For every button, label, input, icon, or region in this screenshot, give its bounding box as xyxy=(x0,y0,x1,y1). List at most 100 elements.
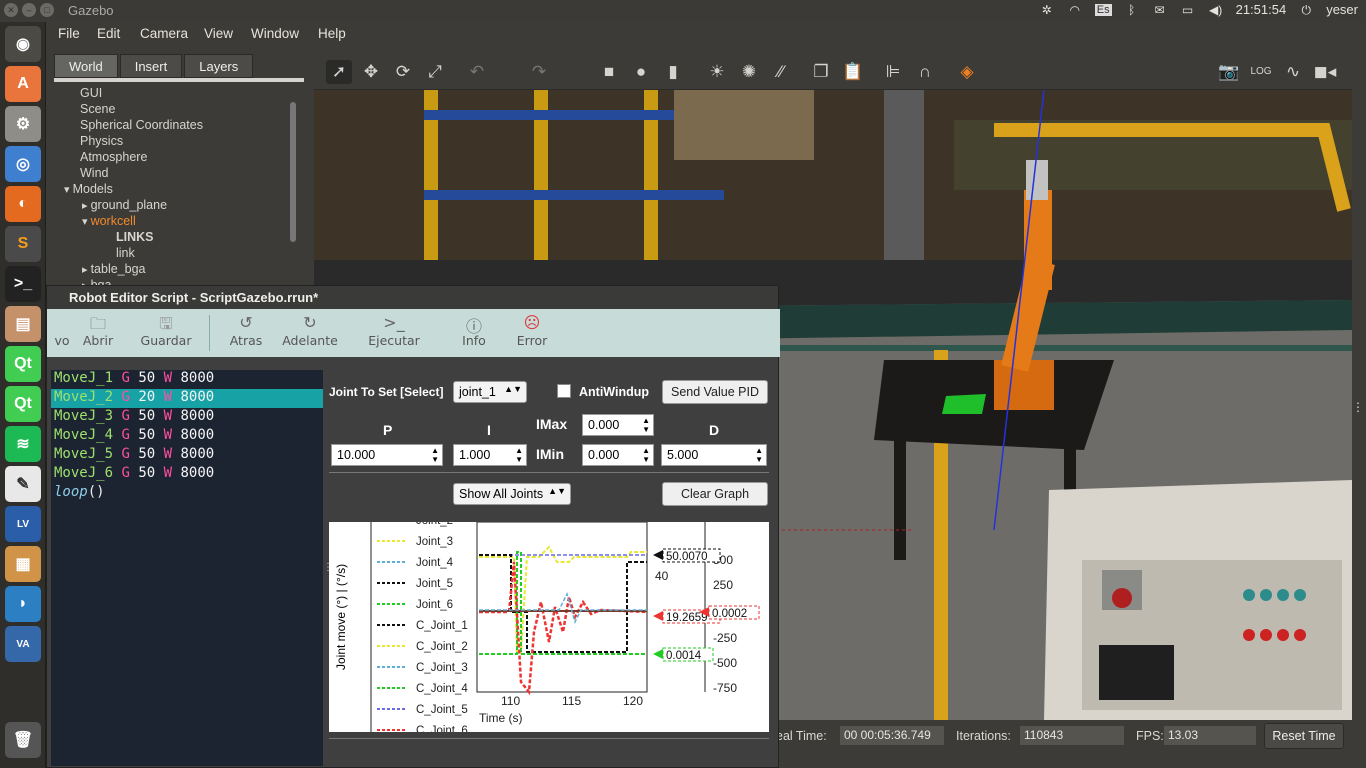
d-input[interactable]: 5.000 ▲ ▼ xyxy=(661,444,767,466)
antiwindup-checkbox[interactable] xyxy=(557,384,571,398)
paste-icon[interactable]: 📋 xyxy=(840,60,866,84)
labview-icon[interactable]: LV xyxy=(5,506,41,542)
record-video-icon[interactable]: ◼◂ xyxy=(1312,60,1338,84)
translate-icon[interactable]: ✥ xyxy=(358,60,384,84)
mail-icon[interactable]: ✉ xyxy=(1152,3,1168,17)
menu-camera[interactable]: Camera xyxy=(140,26,188,41)
software-center-icon[interactable]: A xyxy=(5,66,41,102)
log-icon[interactable]: LOG xyxy=(1248,60,1274,84)
p-input[interactable]: 10.000 ▲ ▼ xyxy=(331,444,443,466)
battery-icon[interactable]: ▭ xyxy=(1180,3,1196,17)
toolbar-button-atras[interactable]: ↺ Atras xyxy=(211,313,281,348)
splitter-handle-icon[interactable]: ⋮ xyxy=(1352,400,1364,414)
i-input[interactable]: 1.000 ▲ ▼ xyxy=(453,444,527,466)
tree-item[interactable]: link xyxy=(116,246,135,260)
menu-help[interactable]: Help xyxy=(318,26,346,41)
reset-time-button[interactable]: Reset Time xyxy=(1264,723,1344,749)
menu-window[interactable]: Window xyxy=(251,26,299,41)
minimize-icon[interactable]: – xyxy=(22,3,36,17)
toolbar-button-guardar[interactable]: 🖫 Guardar xyxy=(131,313,201,348)
bluetooth-icon[interactable]: ᛒ xyxy=(1124,3,1140,17)
cylinder-icon[interactable]: ▮ xyxy=(660,60,686,84)
toolbar-button-error[interactable]: ☹ Error xyxy=(497,313,567,348)
sync-icon[interactable]: ✲ xyxy=(1039,3,1055,17)
sphere-icon[interactable]: ● xyxy=(628,60,654,84)
select-mode-icon[interactable]: ➚ xyxy=(326,60,352,84)
tree-item[interactable]: ▸ table_bga xyxy=(82,262,146,276)
volume-icon[interactable]: ◀) xyxy=(1208,3,1224,17)
tree-item[interactable]: Physics xyxy=(80,134,123,148)
expand-right-icon[interactable]: ▸ xyxy=(82,200,91,212)
toolbar-button-abrir[interactable]: 🗀 Abrir xyxy=(63,313,133,348)
expand-right-icon[interactable]: ▸ xyxy=(82,264,91,276)
clear-graph-button[interactable]: Clear Graph xyxy=(662,482,768,506)
tab-layers[interactable]: Layers xyxy=(184,54,254,78)
undo-icon[interactable]: ↶ xyxy=(464,60,490,84)
settings-icon[interactable]: ⚙ xyxy=(5,106,41,142)
send-pid-button[interactable]: Send Value PID xyxy=(662,380,768,404)
toolbar-button-adelante[interactable]: ↻ Adelante xyxy=(275,313,345,348)
close-icon[interactable]: ✕ xyxy=(4,3,18,17)
qt-creator-icon[interactable]: Qt xyxy=(5,386,41,422)
expand-down-icon[interactable]: ▾ xyxy=(82,216,91,228)
package-icon[interactable]: ▦ xyxy=(5,546,41,582)
menu-edit[interactable]: Edit xyxy=(97,26,120,41)
view-angle-icon[interactable]: ◈ xyxy=(954,60,980,84)
redo-icon[interactable]: ↷ xyxy=(526,60,552,84)
directional-light-icon[interactable]: ⁄⁄ xyxy=(768,60,794,84)
keyboard-layout[interactable]: Es xyxy=(1094,3,1112,16)
spotify-icon[interactable]: ≋ xyxy=(5,426,41,462)
tree-item[interactable]: LINKS xyxy=(116,230,154,244)
tree-item[interactable]: GUI xyxy=(80,86,102,100)
joint-graph[interactable]: Joint move (°) | (°/s) Joint_2 Joint_3 Join… xyxy=(329,515,769,737)
align-icon[interactable]: ⊫ xyxy=(880,60,906,84)
imin-input[interactable]: 0.000 ▲ ▼ xyxy=(582,444,654,466)
text-editor-icon[interactable]: ✎ xyxy=(5,466,41,502)
code-line[interactable]: MoveJ_1 G 50 W 8000 xyxy=(51,370,323,389)
tree-item[interactable]: ▾ workcell xyxy=(82,214,136,228)
sublime-icon[interactable]: S xyxy=(5,226,41,262)
code-line[interactable]: MoveJ_2 G 20 W 8000 xyxy=(51,389,323,408)
tab-insert[interactable]: Insert xyxy=(119,54,183,78)
expand-down-icon[interactable]: ▾ xyxy=(64,184,73,196)
tree-scrollbar[interactable] xyxy=(290,102,296,242)
clock[interactable]: 21:51:54 xyxy=(1236,2,1287,17)
firefox-icon[interactable]: ◐ xyxy=(5,186,41,222)
code-line[interactable]: MoveJ_5 G 50 W 8000 xyxy=(51,446,323,465)
box-icon[interactable]: ■ xyxy=(596,60,622,84)
qt-icon[interactable]: Qt xyxy=(5,346,41,382)
point-light-icon[interactable]: ☀ xyxy=(704,60,730,84)
code-line[interactable]: MoveJ_3 G 50 W 8000 xyxy=(51,408,323,427)
vision-icon[interactable]: VA xyxy=(5,626,41,662)
code-line[interactable]: MoveJ_6 G 50 W 8000 xyxy=(51,465,323,484)
browser-icon[interactable]: ◗ xyxy=(5,586,41,622)
copy-icon[interactable]: ❐ xyxy=(808,60,834,84)
wifi-icon[interactable]: ◠ xyxy=(1067,3,1083,17)
tree-item[interactable]: Atmosphere xyxy=(80,150,147,164)
snap-icon[interactable]: ∩ xyxy=(912,60,938,84)
menu-view[interactable]: View xyxy=(204,26,233,41)
maximize-icon[interactable]: □ xyxy=(40,3,54,17)
plot-icon[interactable]: ∿ xyxy=(1280,60,1306,84)
power-icon[interactable]: ⏻ xyxy=(1298,3,1314,17)
scale-icon[interactable]: ⤢ xyxy=(422,60,448,84)
terminal-icon[interactable]: >_ xyxy=(5,266,41,302)
ubuntu-icon[interactable]: ◉ xyxy=(5,26,41,62)
menu-file[interactable]: File xyxy=(58,26,80,41)
tree-item[interactable]: Wind xyxy=(80,166,108,180)
show-joints-select[interactable]: Show All Joints ▲▼ xyxy=(453,483,571,505)
imax-input[interactable]: 0.000 ▲ ▼ xyxy=(582,414,654,436)
tab-world[interactable]: World xyxy=(54,54,118,78)
joint-select[interactable]: joint_1 ▲▼ xyxy=(453,381,527,403)
tree-item[interactable]: Spherical Coordinates xyxy=(80,118,203,132)
code-line[interactable]: MoveJ_4 G 50 W 8000 xyxy=(51,427,323,446)
toolbar-button-ejecutar[interactable]: >_ Ejecutar xyxy=(359,313,429,348)
tree-item[interactable]: ▸ ground_plane xyxy=(82,198,167,212)
chrome-icon[interactable]: ◎ xyxy=(5,146,41,182)
rotate-icon[interactable]: ⟳ xyxy=(390,60,416,84)
user-name[interactable]: yeser xyxy=(1326,2,1358,17)
trash-icon[interactable]: 🗑 xyxy=(5,722,41,758)
tree-item[interactable]: Scene xyxy=(80,102,115,116)
screenshot-icon[interactable]: 📷 xyxy=(1216,60,1242,84)
script-editor[interactable]: MoveJ_1 G 50 W 8000 MoveJ_2 G 20 W 8000 Mo… xyxy=(51,370,323,766)
